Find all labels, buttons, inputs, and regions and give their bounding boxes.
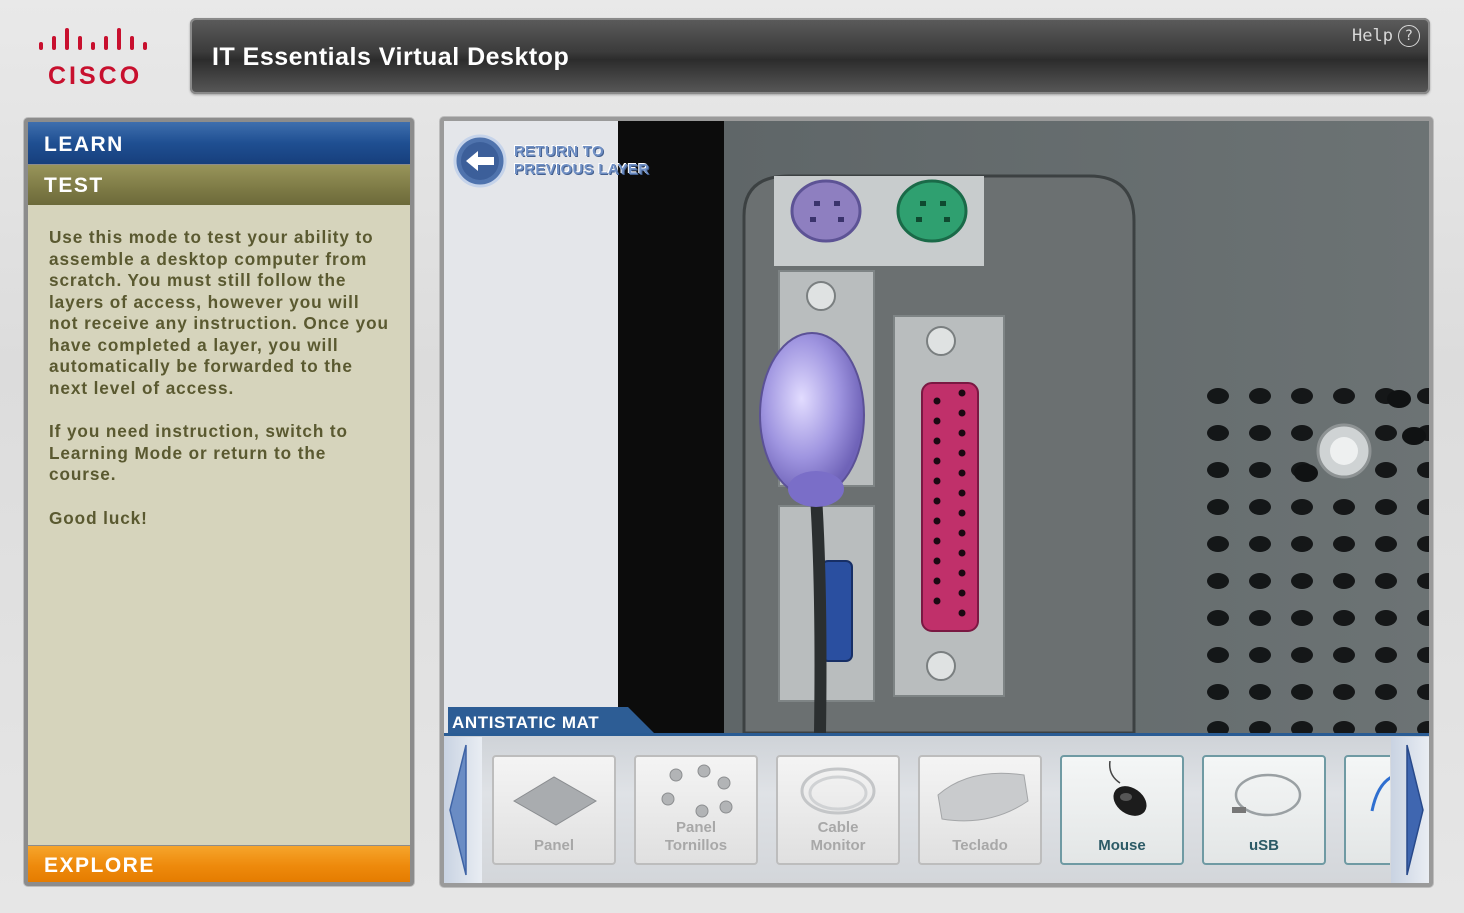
description-paragraph: Good luck! bbox=[49, 507, 148, 528]
component-list: Panel Panel Tornillos Cable Monitor Tecl… bbox=[492, 755, 1390, 867]
help-question-icon: ? bbox=[1398, 25, 1420, 47]
tray-item-ethernet[interactable]: Et bbox=[1344, 755, 1390, 865]
tray-item-cable-monitor[interactable]: Cable Monitor bbox=[776, 755, 900, 865]
chevron-left-icon bbox=[449, 744, 467, 876]
tray-item-teclado[interactable]: Teclado bbox=[918, 755, 1042, 865]
return-to-previous-layer-button[interactable] bbox=[452, 133, 508, 194]
usb-cable-icon bbox=[1232, 773, 1302, 817]
scroll-left-button[interactable] bbox=[444, 737, 482, 883]
ethernet-cable-icon bbox=[1370, 776, 1390, 812]
tray-item-usb[interactable]: uSB bbox=[1202, 755, 1326, 865]
item-label-line2: Mouse bbox=[1098, 837, 1146, 854]
item-label-line2: uSB bbox=[1249, 837, 1279, 854]
scroll-right-button[interactable] bbox=[1391, 737, 1429, 883]
chevron-right-icon bbox=[1406, 744, 1424, 876]
cisco-bars-icon bbox=[39, 28, 147, 50]
item-label-line2: Teclado bbox=[952, 837, 1008, 854]
item-label-line2: Tornillos bbox=[664, 837, 728, 854]
help-button[interactable]: Help ? bbox=[1352, 25, 1420, 47]
computer-back-panel-illustration bbox=[444, 121, 1429, 733]
tray-item-mouse[interactable]: Mouse bbox=[1060, 755, 1184, 865]
item-label-line2: Panel bbox=[533, 837, 575, 854]
item-label-line1: Cable bbox=[817, 819, 859, 836]
mode-panel: LEARN TEST Use this mode to test your ab… bbox=[24, 118, 414, 886]
mode-description: Use this mode to test your ability to as… bbox=[28, 205, 410, 845]
panel-icon bbox=[513, 776, 597, 826]
cisco-logo: CISCO bbox=[36, 26, 152, 90]
item-label-line2: Et bbox=[1346, 837, 1390, 855]
tab-test[interactable]: TEST bbox=[28, 165, 410, 205]
tray-item-panel-tornillos[interactable]: Panel Tornillos bbox=[634, 755, 758, 865]
return-label-line1: RETURN TO bbox=[514, 143, 604, 160]
item-label-line1: Panel bbox=[675, 819, 717, 836]
main-stage: RETURN TO PREVIOUS LAYER ANTISTATIC MAT … bbox=[440, 117, 1433, 887]
app-title: IT Essentials Virtual Desktop bbox=[212, 43, 570, 71]
cisco-wordmark: CISCO bbox=[48, 62, 143, 90]
computer-rear-view: RETURN TO PREVIOUS LAYER ANTISTATIC MAT bbox=[444, 121, 1429, 733]
tab-learn[interactable]: LEARN bbox=[28, 122, 410, 164]
back-arrow-icon bbox=[453, 134, 507, 188]
description-paragraph: If you need instruction, switch to Learn… bbox=[49, 421, 348, 484]
description-paragraph: Use this mode to test your ability to as… bbox=[49, 227, 389, 398]
keyboard-icon bbox=[937, 772, 1029, 822]
help-label: Help bbox=[1352, 26, 1393, 46]
tray-item-panel[interactable]: Panel bbox=[492, 755, 616, 865]
item-label-line2: Monitor bbox=[810, 837, 866, 854]
tab-explore[interactable]: EXPLORE bbox=[28, 846, 410, 882]
mouse-icon bbox=[1108, 761, 1147, 816]
location-label: ANTISTATIC MAT bbox=[448, 707, 658, 733]
component-tray: Panel Panel Tornillos Cable Monitor Tecl… bbox=[444, 733, 1429, 883]
return-label[interactable]: RETURN TO PREVIOUS LAYER bbox=[514, 143, 649, 179]
title-bar: IT Essentials Virtual Desktop Help ? bbox=[190, 18, 1430, 94]
return-label-line2: PREVIOUS LAYER bbox=[514, 161, 650, 178]
